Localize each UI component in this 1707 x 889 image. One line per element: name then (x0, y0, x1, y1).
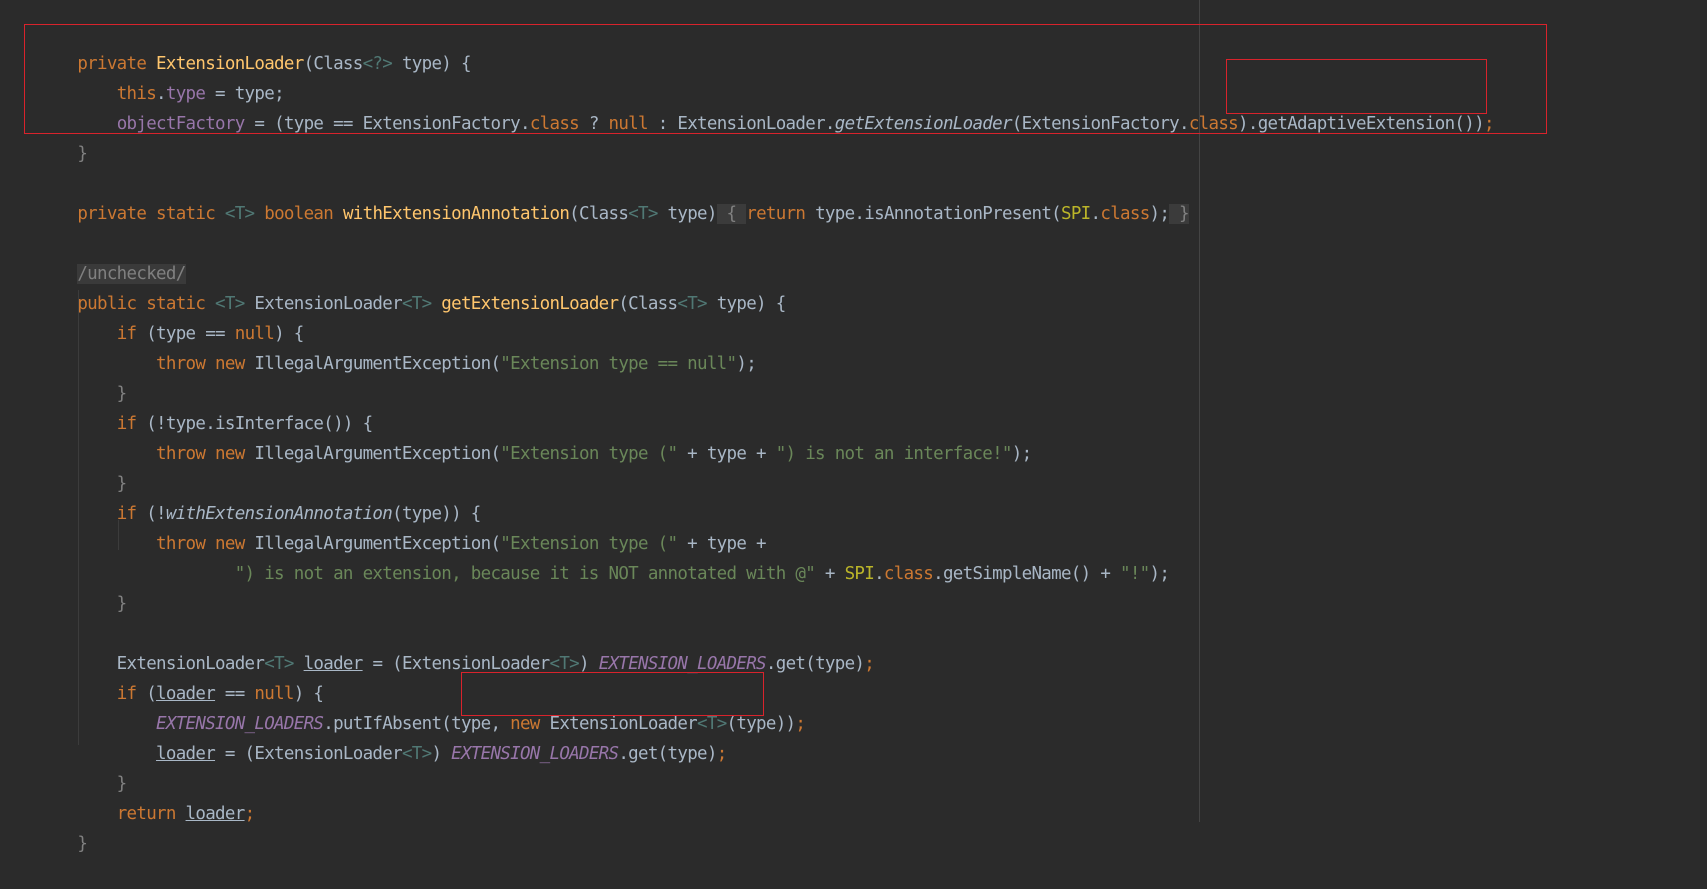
folded-region-end[interactable]: } (1169, 204, 1190, 224)
token-type-param: <T> (628, 204, 658, 224)
token-text: = (ExtensionLoader (215, 744, 403, 764)
token-text: .getSimpleName() + (933, 564, 1120, 584)
token-text: ) (431, 744, 452, 764)
highlight-box-new-loader (461, 672, 764, 716)
token-text: IllegalArgumentException( (254, 354, 501, 374)
code-line-13[interactable]: } (38, 439, 128, 494)
code-line-17[interactable]: } (38, 559, 128, 614)
token-keyword: private static (77, 204, 225, 224)
token-text: (Class (618, 294, 678, 314)
token-text: (Class (569, 204, 629, 224)
token-variable: loader (156, 744, 216, 764)
token-string: "Extension type == null" (500, 354, 737, 374)
code-editor[interactable]: private ExtensionLoader(Class<?> type) {… (0, 0, 1707, 854)
token-string: "Extension type (" (500, 444, 678, 464)
token-semicolon: ; (864, 654, 875, 674)
code-line-8[interactable]: if (type == null) { (38, 289, 305, 344)
code-line-14[interactable]: if (!withExtensionAnnotation(type)) { (38, 469, 482, 524)
token-method: withExtensionAnnotation (342, 204, 570, 224)
highlight-box-adaptive-extension (1226, 59, 1487, 114)
token-type-param: <T> (549, 654, 580, 674)
code-line-5[interactable]: private static <T> boolean withExtension… (38, 169, 1190, 224)
code-line-19[interactable]: if (loader == null) { (38, 649, 324, 704)
token-text: ); (1149, 204, 1170, 224)
token-string: ") is not an interface!" (775, 444, 1013, 464)
token-static-field: EXTENSION_LOADERS (598, 654, 767, 674)
token-type-param: <T> (401, 294, 432, 314)
token-text: type) (657, 204, 718, 224)
code-line-7[interactable]: public static <T> ExtensionLoader<T> get… (38, 259, 786, 314)
code-line-11[interactable]: if (!type.isInterface()) { (38, 379, 373, 434)
token-keyword: return (116, 804, 186, 824)
token-text: type) { (706, 294, 787, 314)
code-line-10[interactable]: } (38, 349, 128, 404)
token-text: IllegalArgumentException( (254, 444, 501, 464)
token-keyword: class (1100, 204, 1150, 224)
token-text: ); (736, 354, 757, 374)
code-line-6[interactable]: /unchecked/ (38, 229, 186, 284)
folded-region-start[interactable]: { (716, 204, 747, 224)
code-line-24[interactable]: } (38, 799, 88, 854)
token-keyword: return (746, 204, 816, 224)
token-text: + type + (677, 444, 776, 464)
token-text: . (874, 564, 885, 584)
token-text: . (1090, 204, 1102, 224)
token-method: getExtensionLoader (441, 294, 619, 314)
token-keyword: throw new (156, 354, 255, 374)
token-text: ); (1149, 564, 1170, 584)
token-type-param: <T> (677, 294, 707, 314)
code-line-18[interactable]: ExtensionLoader<T> loader = (ExtensionLo… (38, 619, 875, 674)
token-text: = (ExtensionLoader (362, 654, 550, 674)
token-text: + (815, 564, 845, 584)
token-brace: } (77, 144, 88, 164)
token-string: "!" (1120, 564, 1150, 584)
token-text: ); (1011, 444, 1032, 464)
token-type-param: <T> (224, 204, 255, 224)
code-line-12[interactable]: throw new IllegalArgumentException("Exte… (38, 409, 1032, 464)
token-keyword: throw new (156, 444, 255, 464)
token-brace: } (77, 594, 128, 614)
code-line-9[interactable]: throw new IllegalArgumentException("Exte… (38, 319, 757, 374)
token-semicolon: ; (244, 804, 256, 824)
token-semicolon: ; (716, 744, 728, 764)
token-annotation: SPI (1061, 204, 1091, 224)
token-text: .get(type) (618, 744, 717, 764)
token-static-field: EXTENSION_LOADERS (451, 744, 619, 764)
token-text: ) (579, 654, 599, 674)
token-annotation: SPI (844, 564, 875, 584)
token-string: ") is not an extension, because it is NO… (234, 564, 816, 584)
code-line-16[interactable]: ") is not an extension, because it is NO… (38, 529, 1170, 584)
token-text: (type)) (726, 714, 797, 734)
token-semicolon: ; (795, 714, 806, 734)
token-text: type.isAnnotationPresent( (815, 204, 1062, 224)
token-keyword: class (883, 564, 934, 584)
token-keyword: boolean (264, 204, 343, 224)
code-line-15[interactable]: throw new IllegalArgumentException("Exte… (38, 499, 767, 554)
token-variable: loader (185, 804, 246, 824)
token-type-param: <T> (401, 744, 432, 764)
code-line-23[interactable]: return loader; (38, 769, 255, 824)
token-text: .get(type) (765, 654, 865, 674)
token-brace: } (77, 834, 88, 854)
code-line-22[interactable]: } (38, 739, 128, 794)
